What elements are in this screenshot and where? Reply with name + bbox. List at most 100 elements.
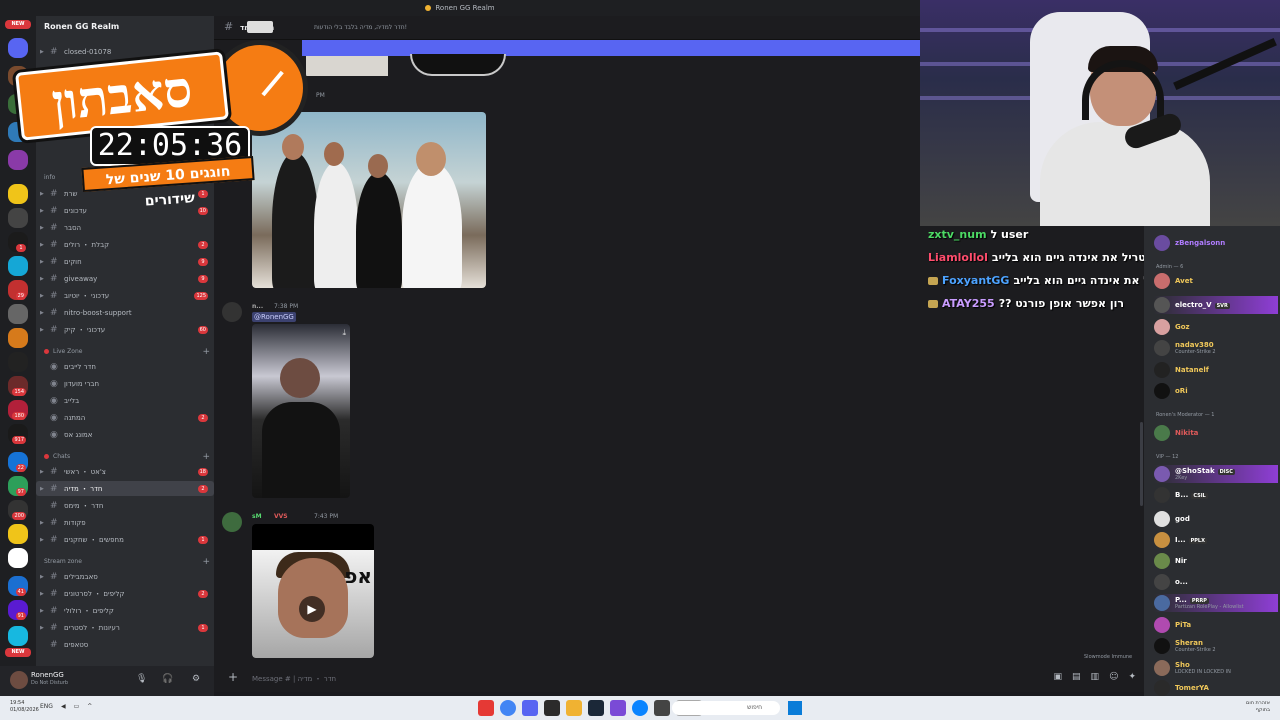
server-icon-10[interactable]: 29: [8, 280, 28, 300]
channel-item[interactable]: ▶ # קליפים ・ רולולי: [36, 603, 214, 618]
member-item[interactable]: Avet: [1154, 272, 1278, 290]
member-item[interactable]: Sho LOCKED IN LOCKED IN: [1154, 659, 1278, 677]
video-attachment[interactable]: אפ ▶: [252, 524, 374, 658]
avatar[interactable]: [222, 512, 242, 532]
channel-item[interactable]: ▶ # nitro-boost-support: [36, 305, 214, 320]
server-icon-11[interactable]: [8, 304, 28, 324]
gift-icon[interactable]: ▣: [1054, 672, 1063, 682]
download-icon[interactable]: ⤓: [342, 328, 346, 338]
taskbar-search[interactable]: חיפוש: [672, 701, 780, 715]
channel-item[interactable]: ▶ # רעיונות ・ לסטרים 1: [36, 620, 214, 635]
headset-app-icon[interactable]: [544, 700, 560, 716]
channel-item[interactable]: ▶ # חוקים 9: [36, 254, 214, 269]
member-item[interactable]: o...: [1154, 573, 1278, 591]
channel-item[interactable]: ▶ # סאבמבילים: [36, 569, 214, 584]
member-item[interactable]: god: [1154, 510, 1278, 528]
edge-icon[interactable]: [632, 700, 648, 716]
new-messages-banner[interactable]: [302, 40, 920, 56]
member-item[interactable]: Nir: [1154, 552, 1278, 570]
category-live-zone[interactable]: Live Zone +: [44, 347, 214, 357]
channel-item[interactable]: ▶ # giveaway 9: [36, 271, 214, 286]
message-author[interactable]: sM: [252, 513, 262, 520]
server-icon-23[interactable]: 91: [8, 600, 28, 620]
channel-item[interactable]: ▶ # פקודות: [36, 515, 214, 530]
language-indicator[interactable]: ENG: [40, 703, 53, 710]
server-icon-16[interactable]: 917: [8, 424, 28, 444]
member-item[interactable]: Sheran Counter-Strike 2: [1154, 637, 1278, 655]
server-icon-15[interactable]: 180: [8, 400, 28, 420]
channel-item[interactable]: ▶ # צ'אט ・ ראשי 18: [36, 464, 214, 479]
server-icon-18[interactable]: 97: [8, 476, 28, 496]
channel-item[interactable]: ▶ # הסבר: [36, 220, 214, 235]
speaker-icon[interactable]: ◀: [61, 703, 66, 710]
app-icon[interactable]: [654, 700, 670, 716]
microphone-icon[interactable]: 🎙: [136, 674, 147, 684]
channel-item[interactable]: ▶ # קליפים ・ לסרטונים 2: [36, 586, 214, 601]
member-item[interactable]: P... PRRP Partizan RolePlay - Allowlist: [1154, 594, 1278, 612]
member-item[interactable]: Nikita: [1154, 424, 1278, 442]
member-item[interactable]: nadav380 Counter-Strike 2: [1154, 339, 1278, 357]
voice-channel-item[interactable]: ◉ חברי מועדון: [36, 376, 214, 391]
member-item[interactable]: oRi: [1154, 382, 1278, 400]
voice-channel-item[interactable]: ◉ אמונג אס: [36, 427, 214, 442]
server-icon-22[interactable]: 41: [8, 576, 28, 596]
server-icon-14[interactable]: 154: [8, 376, 28, 396]
app-icon[interactable]: [478, 700, 494, 716]
server-icon-19[interactable]: 200: [8, 500, 28, 520]
network-icon[interactable]: ▭: [74, 703, 80, 710]
gear-icon[interactable]: ⚙: [192, 674, 200, 684]
folder-icon[interactable]: [566, 700, 582, 716]
server-icon-13[interactable]: [8, 352, 28, 372]
server-icon-12[interactable]: [8, 328, 28, 348]
channel-item-active[interactable]: ▶ # חדר ・ מדיה 2: [36, 481, 214, 496]
member-item[interactable]: Natanelf: [1154, 361, 1278, 379]
server-icon-9[interactable]: [8, 256, 28, 276]
windows-start-icon[interactable]: [788, 701, 802, 715]
avatar[interactable]: [10, 671, 28, 689]
channel-item[interactable]: # חדר ・ מימס: [36, 498, 214, 513]
message-author[interactable]: n...: [252, 303, 263, 310]
tray-chevron-icon[interactable]: ^: [87, 703, 92, 710]
channel-topic[interactable]: חדר למדיה, מדיה בלבד בלי הודעות!: [314, 24, 407, 31]
channel-item[interactable]: # סטאפים: [36, 637, 214, 652]
gif-icon[interactable]: ▤: [1072, 672, 1081, 682]
member-item[interactable]: zBengalsonn: [1154, 234, 1278, 252]
emoji-icon[interactable]: ☺: [1109, 672, 1118, 682]
channel-item[interactable]: ▶ # עדכוני ・ יוטיוב 125: [36, 288, 214, 303]
image-attachment[interactable]: [410, 54, 506, 76]
member-item[interactable]: @ShoStak DISC 2Key: [1154, 465, 1278, 483]
message-input[interactable]: Message # | חדר ・ מדיה: [252, 674, 336, 684]
member-item[interactable]: B... CSIL: [1154, 486, 1278, 504]
category-stream-zone[interactable]: Stream zone +: [44, 557, 214, 567]
avatar[interactable]: [222, 302, 242, 322]
voice-channel-item[interactable]: ◉ בלייב: [36, 393, 214, 408]
sticker-icon[interactable]: ▥: [1091, 672, 1100, 682]
headset-icon[interactable]: 🎧: [162, 674, 173, 684]
clock[interactable]: 19:54 01/08/2026: [10, 700, 39, 714]
channel-item[interactable]: ▶ # קבלת ・ רולים 2: [36, 237, 214, 252]
chrome-icon[interactable]: [500, 700, 516, 716]
server-icon-20[interactable]: [8, 524, 28, 544]
voice-channel-item[interactable]: ◉ המתנה 2: [36, 410, 214, 425]
server-icon-21[interactable]: [8, 548, 28, 568]
server-icon-17[interactable]: 22: [8, 452, 28, 472]
apps-icon[interactable]: ✦: [1128, 672, 1136, 682]
discord-icon[interactable]: [522, 700, 538, 716]
category-chats[interactable]: Chats +: [44, 452, 214, 462]
channel-item[interactable]: ▶ # מחפשים ・ שחקנים 1: [36, 532, 214, 547]
member-item[interactable]: electro_V SVR: [1154, 296, 1278, 314]
user-mention[interactable]: @RonenGG: [252, 312, 296, 322]
voice-channel-item[interactable]: ◉ חדר לייבים: [36, 359, 214, 374]
member-item[interactable]: Goz: [1154, 318, 1278, 336]
new-pill[interactable]: NEW: [5, 648, 31, 657]
member-item[interactable]: TomerYA: [1154, 679, 1278, 696]
scrollbar[interactable]: [1140, 422, 1143, 506]
server-icon-8[interactable]: 1: [8, 232, 28, 252]
weather-widget[interactable]: אזהרת חום בתוקף: [1246, 700, 1270, 714]
server-icon-24[interactable]: [8, 626, 28, 646]
app-icon[interactable]: [610, 700, 626, 716]
channel-item[interactable]: ▶ # עדכוני ・ קיק 60: [36, 322, 214, 337]
steam-icon[interactable]: [588, 700, 604, 716]
attach-plus-icon[interactable]: +: [228, 670, 238, 684]
play-icon[interactable]: ▶: [299, 596, 325, 622]
